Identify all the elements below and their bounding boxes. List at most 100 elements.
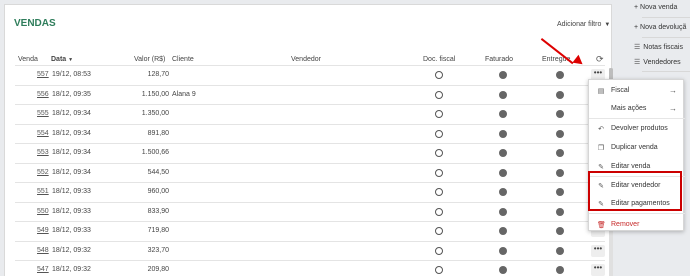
add-filter-label: Adicionar filtro xyxy=(557,21,602,28)
col-cliente[interactable]: Cliente xyxy=(172,56,194,63)
sidebar-divider xyxy=(642,37,690,38)
row-actions-button[interactable]: ••• xyxy=(591,244,605,257)
sale-value: 719,80 xyxy=(147,227,169,234)
table-row[interactable]: 55518/12, 09:341.350,00••• xyxy=(15,104,605,123)
sale-date: 18/12, 09:34 xyxy=(52,110,91,117)
sidebar-item-label: Notas fiscais xyxy=(643,44,683,51)
sale-client: Alana 9 xyxy=(172,90,196,98)
col-valor[interactable]: Valor (R$) xyxy=(134,56,165,63)
sale-id-link[interactable]: 547 xyxy=(37,266,49,273)
sale-value: 323,70 xyxy=(147,246,169,254)
refresh-icon[interactable]: ⟳ xyxy=(596,54,604,65)
col-vendedor[interactable]: Vendedor xyxy=(291,56,321,63)
sale-id-link[interactable]: 548 xyxy=(37,247,49,254)
sale-value: 960,00 xyxy=(147,188,169,195)
faturado-status-icon xyxy=(499,227,507,235)
trash-icon: 🗑 xyxy=(597,222,606,229)
row-actions-button[interactable]: ••• xyxy=(591,264,605,276)
entregue-status-icon xyxy=(556,149,564,157)
entregue-status-icon xyxy=(556,207,564,216)
undo-icon: ↶ xyxy=(598,126,604,133)
page-title: VENDAS xyxy=(14,18,56,29)
doc-fiscal-status-icon xyxy=(435,266,443,274)
sidebar-item-label: + Nova venda xyxy=(634,4,678,11)
faturado-status-icon xyxy=(499,110,507,118)
faturado-status-icon xyxy=(499,266,507,274)
sidebar-divider xyxy=(642,17,690,18)
table-row[interactable]: 547 18/12, 09:32 209,80 ••• xyxy=(15,260,605,276)
doc-fiscal-status-icon xyxy=(435,110,443,118)
col-doc-fiscal[interactable]: Doc. fiscal xyxy=(423,56,455,63)
sale-id-link[interactable]: 554 xyxy=(37,130,49,137)
doc-fiscal-status-icon xyxy=(435,227,443,235)
faturado-status-icon xyxy=(499,71,507,79)
entregue-status-icon xyxy=(556,129,564,138)
sales-panel: VENDAS Adicionar filtro ▼ Venda Data ▼ Va… xyxy=(4,4,613,276)
sidebar-item[interactable]: ☰ Notas fiscais xyxy=(634,43,683,51)
entregue-status-icon xyxy=(556,266,564,274)
sale-date: 18/12, 09:32 xyxy=(52,246,91,254)
sidebar-item[interactable]: ☰ Vendedores xyxy=(634,58,681,66)
table-row[interactable]: 55018/12, 09:33833,90••• xyxy=(15,201,605,221)
sale-value: 1.150,00 xyxy=(141,90,169,98)
table-row[interactable]: 557 19/12, 08:53 128,70 ••• xyxy=(15,65,605,84)
col-data[interactable]: Data ▼ xyxy=(51,56,73,63)
sale-id-link[interactable]: 556 xyxy=(37,91,49,98)
sale-date: 18/12, 09:33 xyxy=(52,227,91,234)
col-faturado[interactable]: Faturado xyxy=(485,56,513,63)
sale-id-link[interactable]: 552 xyxy=(37,169,49,176)
sidebar-item[interactable]: + Nova venda xyxy=(634,4,677,11)
col-venda[interactable]: Venda xyxy=(18,56,38,63)
table-row[interactable]: 55618/12, 09:351.150,00Alana 9••• xyxy=(15,84,605,104)
sale-value: 833,90 xyxy=(147,207,169,215)
entregue-status-icon xyxy=(556,188,564,196)
add-filter-button[interactable]: Adicionar filtro ▼ xyxy=(557,21,610,28)
entregue-status-icon xyxy=(556,227,564,235)
entregue-status-icon xyxy=(556,110,564,118)
entregue-status-icon xyxy=(556,71,564,79)
entregue-status-icon xyxy=(556,246,564,255)
doc-fiscal-status-icon xyxy=(435,246,443,255)
sale-id-link[interactable]: 550 xyxy=(37,208,49,215)
sale-date: 19/12, 08:53 xyxy=(52,71,91,78)
doc-fiscal-status-icon xyxy=(435,90,443,99)
copy-icon: ❐ xyxy=(597,145,605,152)
faturado-status-icon xyxy=(499,168,507,177)
doc-fiscal-status-icon xyxy=(435,129,443,138)
sidebar-item[interactable]: + Nova devoluçã xyxy=(634,24,686,31)
list-icon: ☰ xyxy=(634,44,641,51)
table-row[interactable]: 55318/12, 09:341.500,66••• xyxy=(15,143,605,162)
faturado-status-icon xyxy=(499,188,507,196)
sale-value: 544,50 xyxy=(147,168,169,176)
sale-id-link[interactable]: 555 xyxy=(37,110,49,117)
doc-fiscal-status-icon xyxy=(435,168,443,177)
table-row[interactable]: 55418/12, 09:34891,80••• xyxy=(15,123,605,143)
table-row[interactable]: 54918/12, 09:33719,80••• xyxy=(15,221,605,240)
entregue-status-icon xyxy=(556,90,564,99)
sidebar-divider xyxy=(642,71,690,72)
faturado-status-icon xyxy=(499,90,507,99)
sale-date: 18/12, 09:34 xyxy=(52,149,91,156)
faturado-status-icon xyxy=(499,149,507,157)
sale-id-link[interactable]: 557 xyxy=(37,71,49,78)
sale-id-link[interactable]: 553 xyxy=(37,149,49,156)
doc-fiscal-status-icon xyxy=(435,207,443,216)
sale-value: 209,80 xyxy=(147,266,169,273)
sidebar xyxy=(620,0,690,276)
sale-date: 18/12, 09:34 xyxy=(52,168,91,176)
table-row[interactable]: 55218/12, 09:34544,50••• xyxy=(15,162,605,182)
col-data-label: Data xyxy=(51,56,67,63)
sale-id-link[interactable]: 551 xyxy=(37,188,49,195)
sort-down-icon: ▼ xyxy=(68,57,74,63)
sale-date: 18/12, 09:34 xyxy=(52,129,91,137)
sale-value: 128,70 xyxy=(147,71,169,78)
sale-date: 18/12, 09:35 xyxy=(52,90,91,98)
sale-id-link[interactable]: 549 xyxy=(37,227,49,234)
table-header: Venda Data ▼ Valor (R$) Cliente Vendedor… xyxy=(5,51,613,65)
table-row[interactable]: 55118/12, 09:33960,00••• xyxy=(15,182,605,201)
table-row[interactable]: 548 18/12, 09:32 323,70 ••• xyxy=(15,240,605,260)
doc-fiscal-status-icon xyxy=(435,149,443,157)
sidebar-item-label: + Nova devoluçã xyxy=(634,24,687,31)
edit-icon: ✎ xyxy=(598,164,604,171)
entregue-status-icon xyxy=(556,168,564,177)
